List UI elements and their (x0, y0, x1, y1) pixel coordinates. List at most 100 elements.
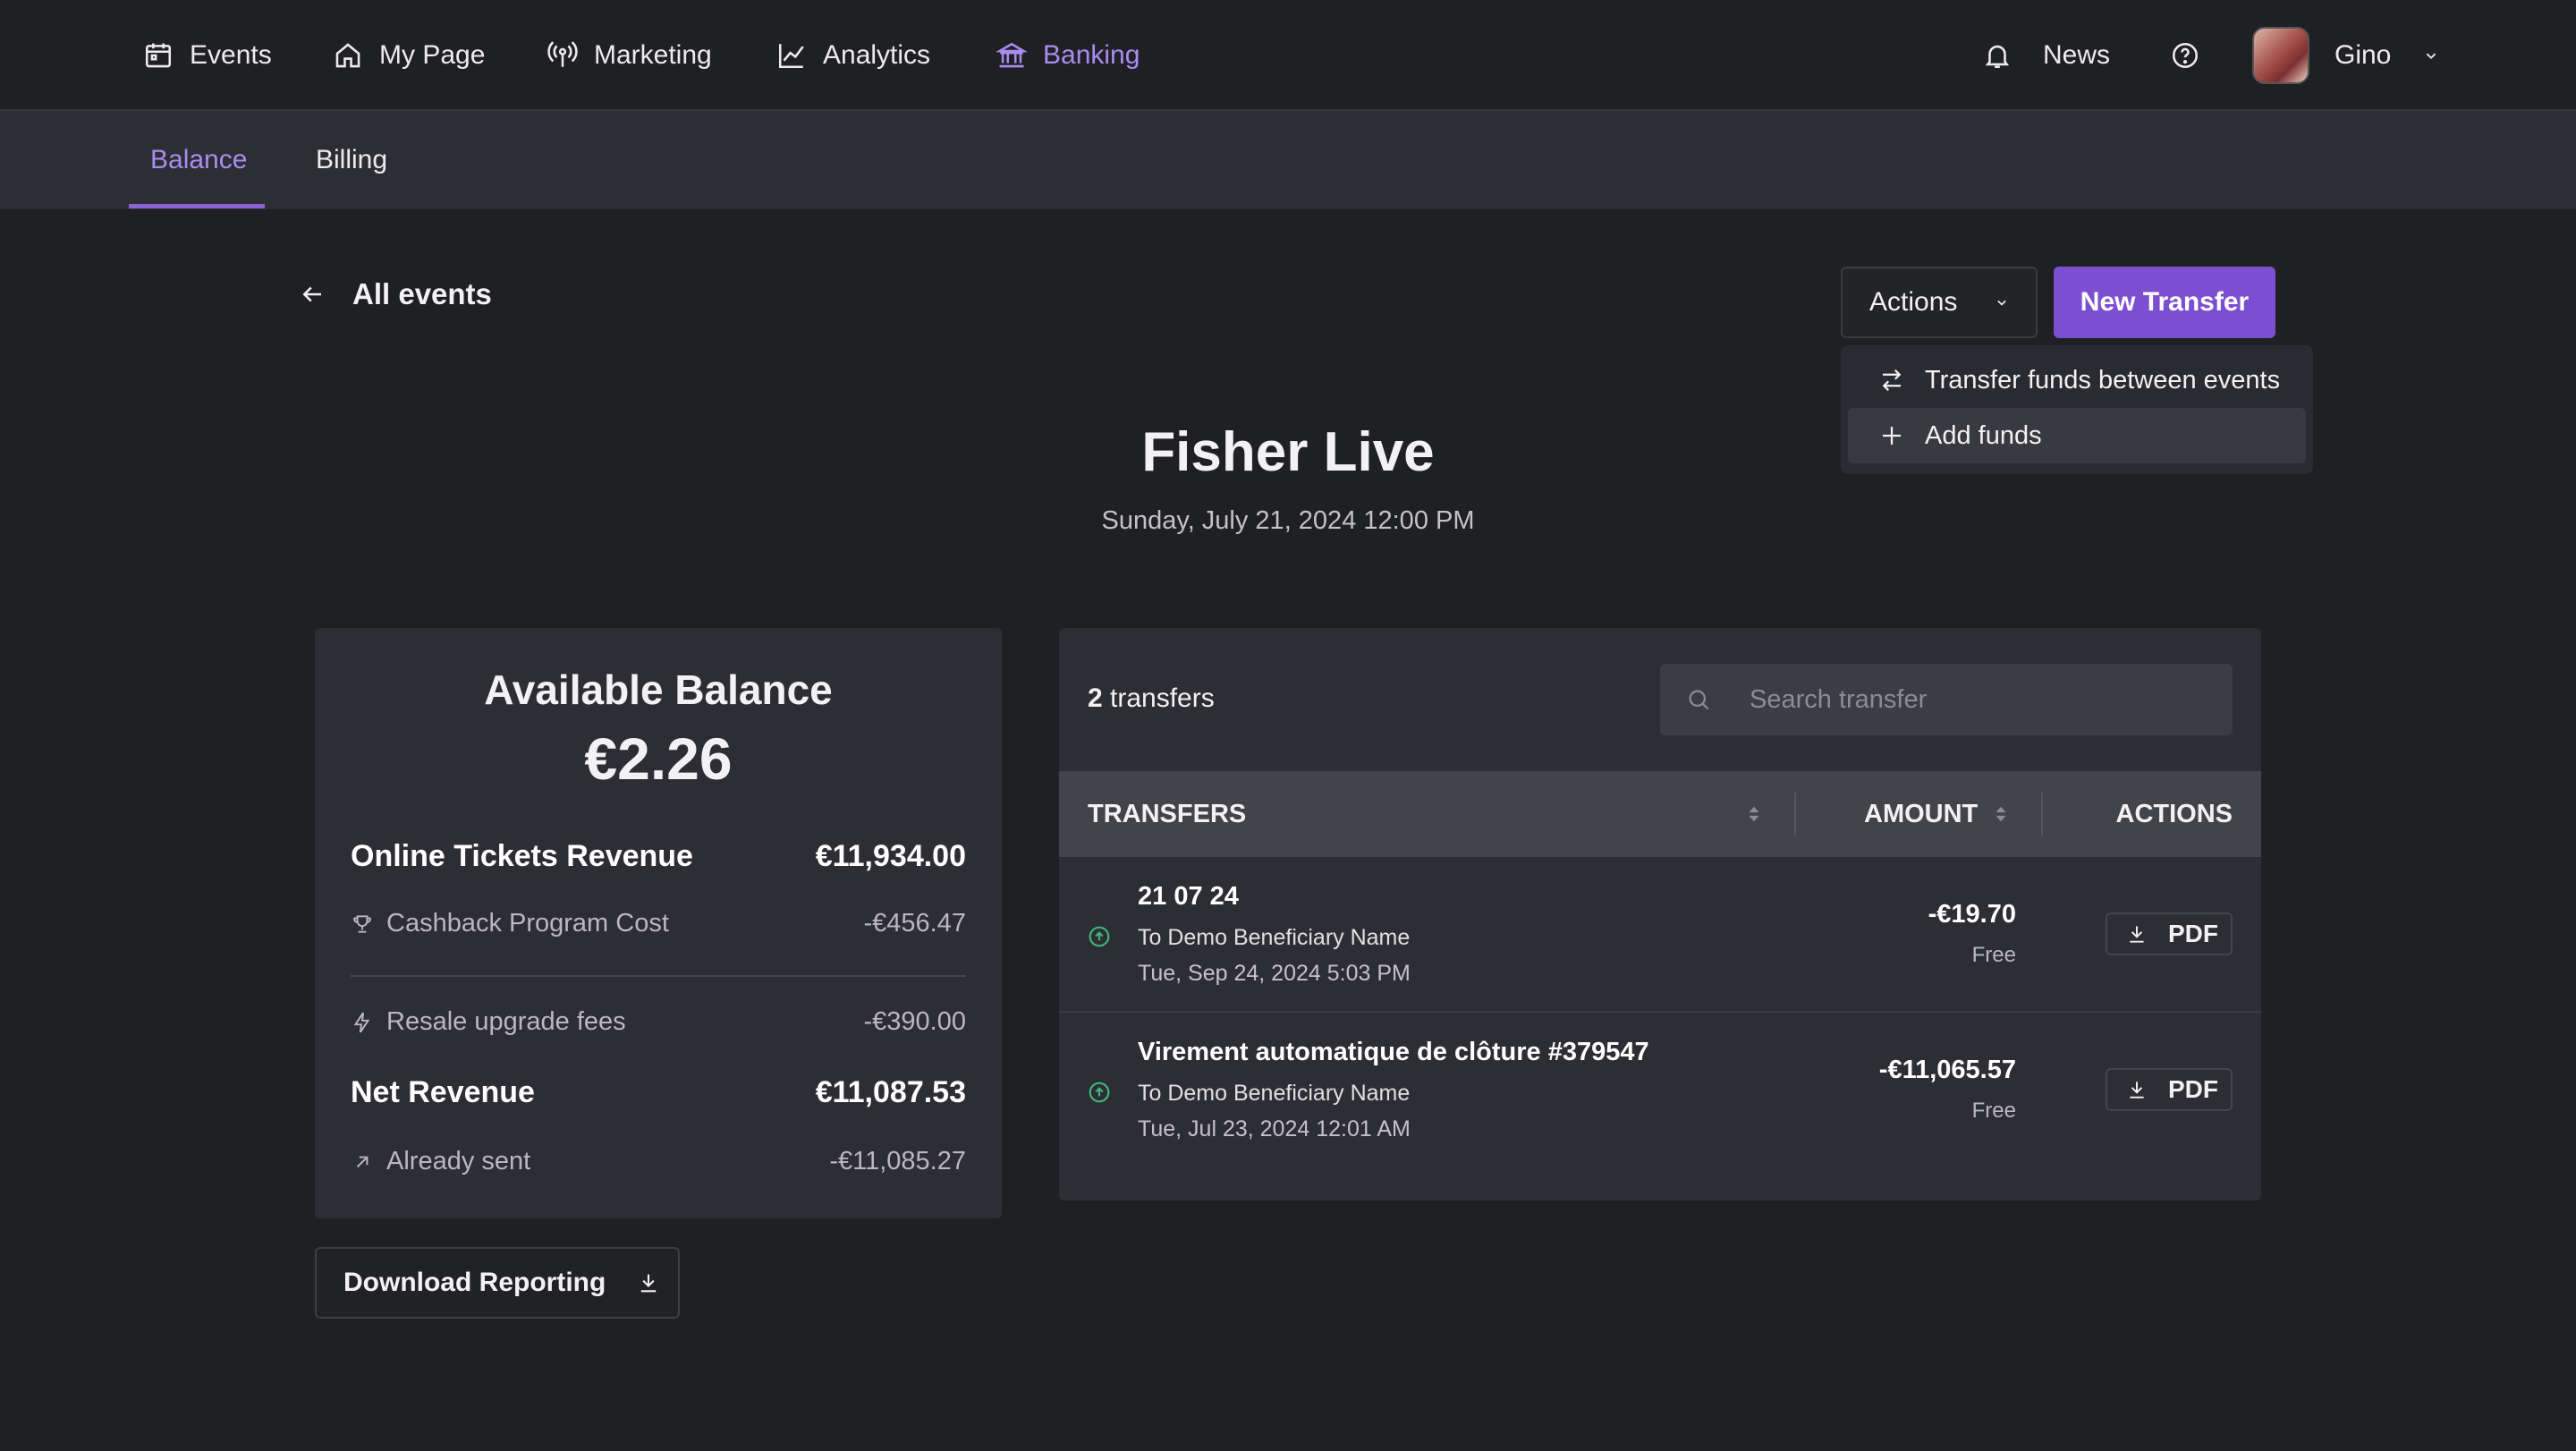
pdf-label: PDF (2168, 920, 2218, 947)
nav-news[interactable]: News (1982, 0, 2110, 111)
pdf-download-button[interactable]: PDF (2106, 912, 2233, 955)
nav-item-analytics[interactable]: Analytics (776, 0, 930, 111)
home-icon (333, 40, 363, 71)
back-label: All events (352, 277, 492, 310)
chevron-down-icon (2421, 46, 2441, 65)
balance-title: Available Balance (484, 666, 833, 713)
status-check-icon (1088, 1081, 1111, 1104)
search-icon (1685, 686, 1712, 713)
trophy-icon (351, 912, 374, 936)
row-label: Cashback Program Cost (386, 909, 669, 938)
nav-item-marketing[interactable]: Marketing (547, 0, 712, 111)
table-row[interactable]: 21 07 24 To Demo Beneficiary Name Tue, S… (1059, 857, 2261, 1013)
balance-amount: €2.26 (584, 726, 733, 792)
download-icon (636, 1270, 661, 1295)
help-circle-icon (2170, 40, 2200, 71)
row-label: Resale upgrade fees (386, 1007, 626, 1036)
nav-label: Events (190, 40, 272, 70)
row-value: -€11,085.27 (829, 1147, 966, 1175)
transfer-beneficiary: To Demo Beneficiary Name (1138, 1081, 1411, 1106)
divider (351, 975, 966, 977)
transfer-name: Virement automatique de clôture #379547 (1138, 1038, 1649, 1066)
new-transfer-button[interactable]: New Transfer (2054, 267, 2275, 338)
user-name: Gino (2334, 40, 2392, 70)
col-label: ACTIONS (2115, 799, 2233, 828)
nav-item-my-page[interactable]: My Page (333, 0, 485, 111)
arrow-left-icon (299, 281, 326, 308)
download-icon (2125, 922, 2148, 946)
actions-button[interactable]: Actions (1841, 267, 2038, 338)
transfer-amount: -€19.70 (1928, 900, 2016, 929)
calendar-icon (143, 40, 174, 71)
pdf-label: PDF (2168, 1075, 2218, 1103)
tab-balance[interactable]: Balance (150, 111, 247, 209)
column-divider (1794, 793, 1796, 836)
nav-label: Analytics (823, 40, 931, 70)
col-label: AMOUNT (1864, 799, 1979, 828)
help-button[interactable] (2170, 0, 2200, 111)
active-tab-indicator (129, 204, 265, 208)
transfers-card: 2 transfers TRANSFERS AMOUNT ACTIONS 2 (1059, 628, 2261, 1201)
bank-icon (996, 40, 1027, 71)
news-label: News (2043, 40, 2111, 70)
nav-label: Banking (1043, 40, 1140, 70)
row-value: -€390.00 (863, 1007, 967, 1036)
event-title: Fisher Live (1141, 421, 1435, 483)
lightning-icon (351, 1011, 374, 1034)
nav-item-events[interactable]: Events (143, 0, 272, 111)
table-row[interactable]: Virement automatique de clôture #379547 … (1059, 1013, 2261, 1168)
transfer-fee: Free (1971, 943, 2016, 967)
row-label: Net Revenue (351, 1075, 535, 1109)
status-check-icon (1088, 925, 1111, 948)
transfer-beneficiary: To Demo Beneficiary Name (1138, 925, 1411, 950)
col-amount[interactable]: AMOUNT (1864, 771, 1978, 857)
column-divider (2041, 793, 2043, 836)
search-input[interactable] (1748, 683, 2195, 716)
chevron-down-icon (1993, 293, 2011, 311)
cashback-row: Cashback Program Cost -€456.47 (351, 909, 966, 938)
row-label: Online Tickets Revenue (351, 839, 693, 873)
row-label: Already sent (386, 1147, 531, 1175)
download-icon (2125, 1078, 2148, 1101)
tab-label: Billing (316, 145, 388, 174)
table-header: TRANSFERS AMOUNT ACTIONS (1059, 771, 2261, 857)
already-sent-row: Already sent -€11,085.27 (351, 1147, 966, 1176)
transfer-fee: Free (1971, 1099, 2016, 1123)
arrow-up-right-icon (351, 1150, 374, 1174)
actions-label: Actions (1869, 287, 1958, 317)
transfer-arrows-icon (1878, 367, 1905, 394)
event-date: Sunday, July 21, 2024 12:00 PM (1101, 506, 1475, 535)
chart-line-icon (776, 40, 807, 71)
net-revenue-row: Net Revenue €11,087.53 (351, 1075, 966, 1110)
user-menu[interactable]: Gino (2334, 0, 2441, 111)
row-value: €11,087.53 (815, 1075, 966, 1109)
sort-icon[interactable] (1744, 771, 1764, 857)
row-value: €11,934.00 (815, 839, 966, 873)
transfer-date: Tue, Sep 24, 2024 5:03 PM (1138, 961, 1411, 986)
transfer-amount: -€11,065.57 (1878, 1056, 2016, 1084)
search-field[interactable] (1660, 664, 2233, 735)
col-transfers[interactable]: TRANSFERS (1088, 771, 1246, 857)
menu-item-transfer-funds[interactable]: Transfer funds between events (1848, 352, 2306, 408)
avatar[interactable] (2252, 27, 2309, 84)
tab-billing[interactable]: Billing (316, 111, 387, 209)
transfers-count: 2 transfers (1088, 683, 1215, 714)
resale-row: Resale upgrade fees -€390.00 (351, 1007, 966, 1037)
pdf-download-button[interactable]: PDF (2106, 1068, 2233, 1111)
count-number: 2 (1088, 683, 1103, 713)
menu-item-label: Transfer funds between events (1925, 365, 2281, 395)
transfer-name: 21 07 24 (1138, 882, 1239, 911)
back-link[interactable]: All events (299, 277, 492, 311)
broadcast-icon (547, 40, 578, 71)
nav-label: Marketing (594, 40, 712, 70)
sort-icon[interactable] (1991, 771, 2011, 857)
balance-card: Available Balance €2.26 Online Tickets R… (315, 628, 1002, 1218)
col-label: TRANSFERS (1088, 799, 1247, 828)
nav-item-banking[interactable]: Banking (996, 0, 1140, 111)
row-value: -€456.47 (863, 909, 967, 938)
download-reporting-button[interactable]: Download Reporting (315, 1247, 680, 1319)
col-actions: ACTIONS (2116, 771, 2233, 857)
download-label: Download Reporting (343, 1268, 606, 1297)
online-tickets-row: Online Tickets Revenue €11,934.00 (351, 839, 966, 874)
new-transfer-label: New Transfer (2080, 287, 2250, 317)
